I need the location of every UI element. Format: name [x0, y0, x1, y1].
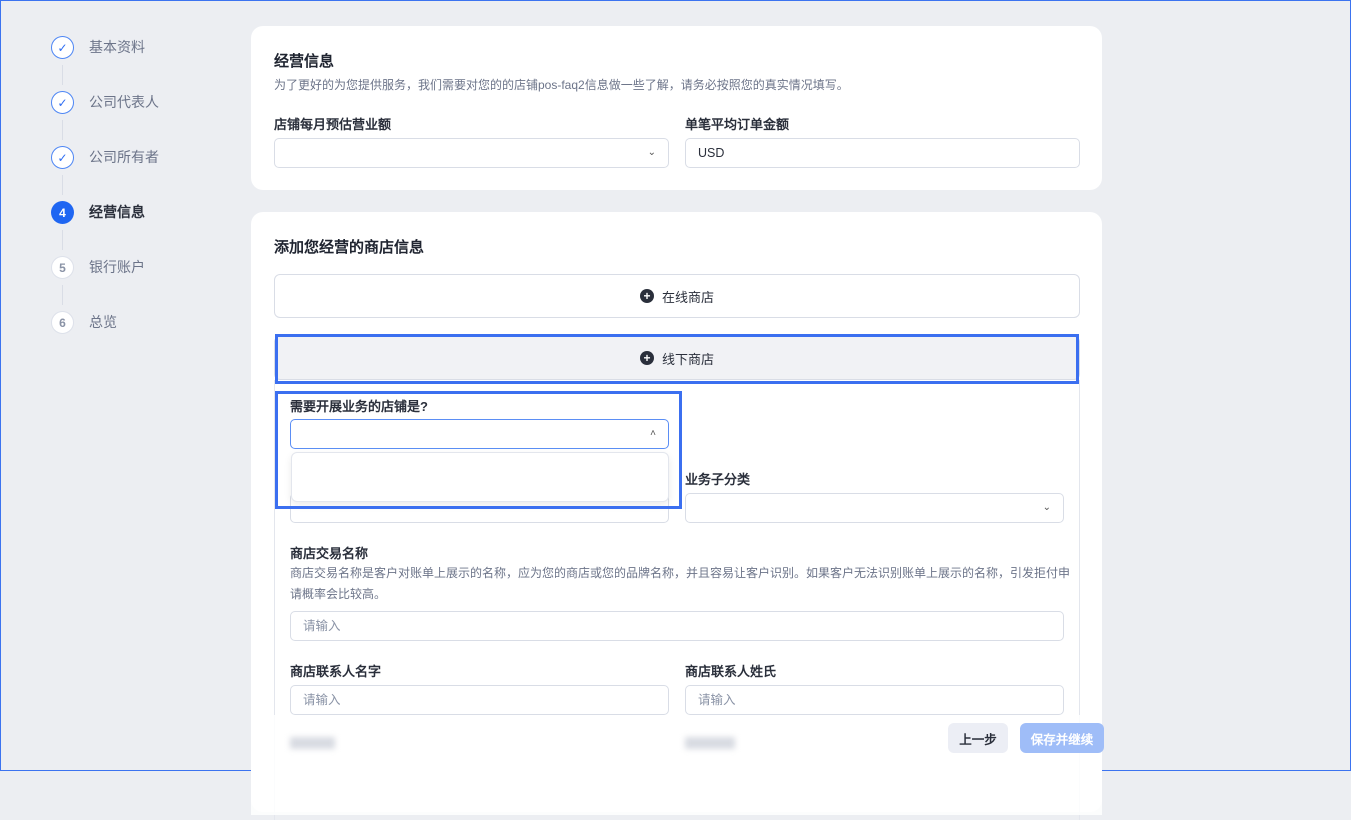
chevron-down-icon: ⌄ — [647, 147, 656, 158]
avg-order-label: 单笔平均订单金额 — [685, 117, 790, 132]
step-business-info[interactable]: 4 经营信息 — [51, 201, 159, 256]
section-title: 经营信息 — [274, 53, 335, 70]
blurred-label — [290, 737, 335, 749]
step-label: 银行账户 — [89, 259, 145, 275]
trade-name-label: 商店交易名称 — [290, 546, 369, 561]
contact-last-name-label: 商店联系人姓氏 — [685, 664, 777, 679]
stores-card: 添加您经营的商店信息 + 在线商店 + 线下商店 需要开展业务的店铺是? ˄ 业务子… — [251, 212, 1102, 820]
save-continue-button[interactable]: 保存并继续 — [1020, 723, 1104, 753]
step-company-rep[interactable]: ✓ 公司代表人 — [51, 91, 159, 146]
blurred-label — [685, 737, 735, 749]
business-info-card: 经营信息 为了更好的为您提供服务，我们需要对您的的店铺pos-faq2信息做一些… — [251, 26, 1102, 190]
step-label: 公司代表人 — [89, 94, 159, 110]
highlight-box — [275, 391, 682, 509]
step-number: 5 — [51, 256, 74, 279]
monthly-revenue-label: 店铺每月预估营业额 — [274, 117, 392, 132]
chevron-down-icon: ⌄ — [1042, 502, 1051, 513]
trade-name-description: 商店交易名称是客户对账单上展示的名称，应为您的商店或您的品牌名称，并且容易让客户… — [290, 566, 1071, 601]
step-bank-account[interactable]: 5 银行账户 — [51, 256, 159, 311]
step-number: 4 — [51, 201, 74, 224]
subcategory-label: 业务子分类 — [685, 472, 751, 487]
section-subtitle: 为了更好的为您提供服务，我们需要对您的的店铺pos-faq2信息做一些了解，请务… — [274, 78, 849, 92]
check-icon: ✓ — [51, 36, 74, 59]
trade-name-input[interactable]: 请输入 — [290, 611, 1064, 641]
step-company-owner[interactable]: ✓ 公司所有者 — [51, 146, 159, 201]
check-icon: ✓ — [51, 91, 74, 114]
prev-step-button[interactable]: 上一步 — [948, 723, 1008, 753]
add-online-store-button[interactable]: + 在线商店 — [274, 274, 1080, 318]
step-connector — [62, 230, 63, 250]
stepper: ✓ 基本资料 ✓ 公司代表人 ✓ 公司所有者 4 经营信息 5 银行账户 6 总览 — [51, 36, 159, 366]
step-label: 基本资料 — [89, 39, 145, 55]
contact-first-name-input[interactable]: 请输入 — [290, 685, 669, 715]
step-number: 6 — [51, 311, 74, 334]
highlight-box — [275, 334, 1079, 384]
step-label: 总览 — [89, 314, 117, 330]
step-connector — [62, 285, 63, 305]
step-connector — [62, 120, 63, 140]
contact-last-name-input[interactable]: 请输入 — [685, 685, 1064, 715]
check-icon: ✓ — [51, 146, 74, 169]
step-connector — [62, 175, 63, 195]
subcategory-select[interactable]: ⌄ — [685, 493, 1064, 523]
step-connector — [62, 65, 63, 85]
step-label: 经营信息 — [89, 204, 145, 220]
contact-first-name-label: 商店联系人名字 — [290, 664, 382, 679]
avg-order-input[interactable]: USD — [685, 138, 1080, 168]
plus-circle-icon: + — [639, 289, 654, 303]
monthly-revenue-select[interactable]: ⌄ — [274, 138, 669, 168]
step-basic-info[interactable]: ✓ 基本资料 — [51, 36, 159, 91]
step-label: 公司所有者 — [89, 149, 159, 165]
step-overview[interactable]: 6 总览 — [51, 311, 159, 366]
section-title: 添加您经营的商店信息 — [274, 239, 425, 256]
